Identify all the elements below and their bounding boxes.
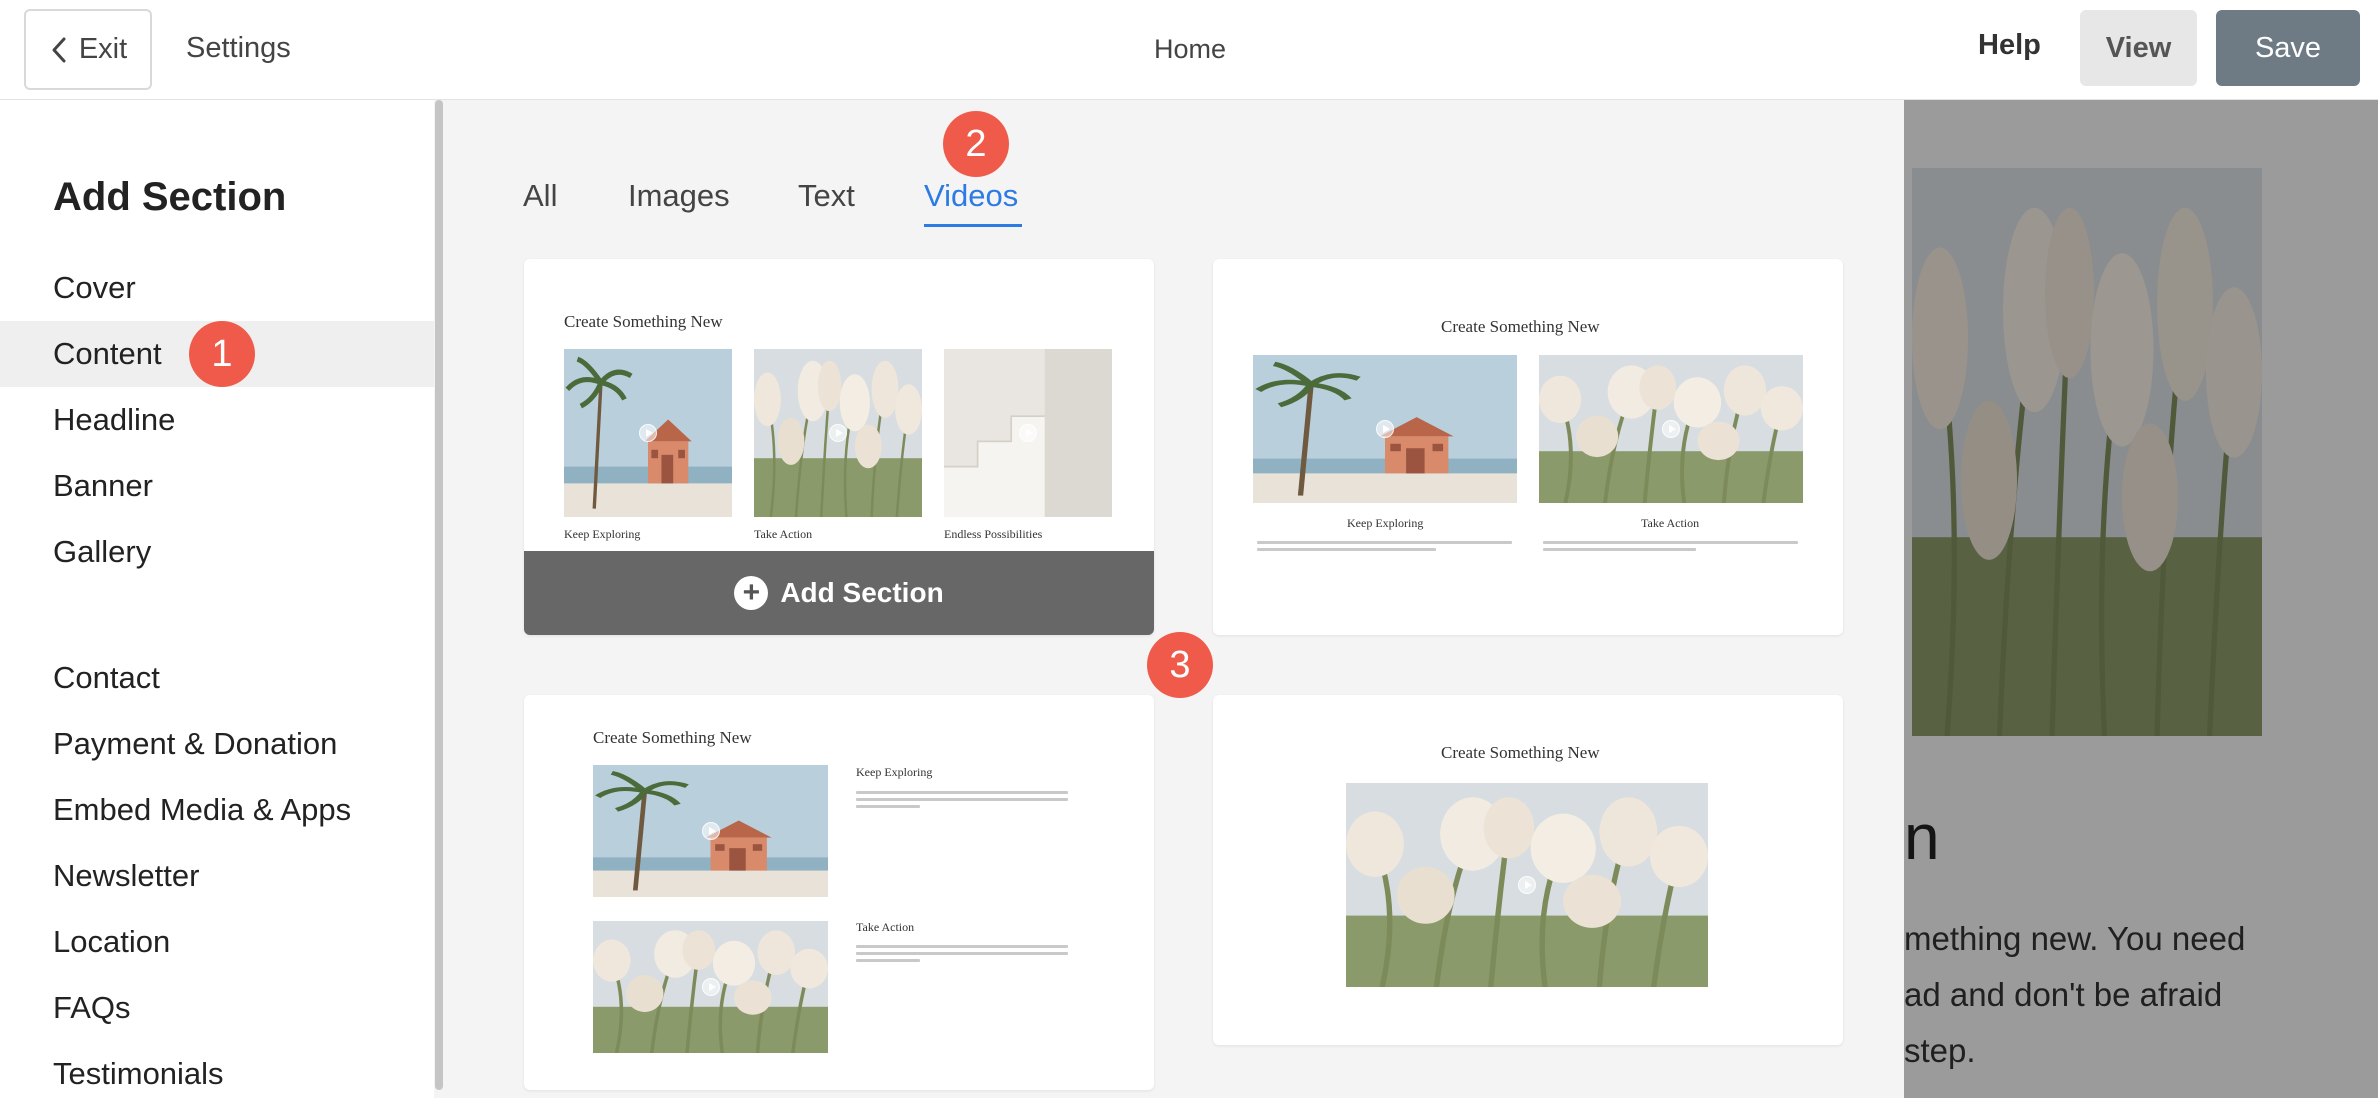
- tab-videos[interactable]: Videos: [924, 178, 1018, 214]
- body-text-placeholder: [856, 945, 1068, 966]
- body-text-placeholder: [1543, 541, 1798, 555]
- sidebar-scrollbar-thumb[interactable]: [435, 100, 443, 1090]
- template-card-three-videos[interactable]: Create Something New Keep Exploring Take…: [524, 259, 1154, 635]
- tab-text[interactable]: Text: [798, 178, 855, 214]
- body-text-placeholder: [856, 791, 1068, 812]
- section-picker-panel: All Images Text Videos Create Something …: [444, 100, 1904, 1098]
- play-icon: [639, 424, 657, 442]
- exit-button[interactable]: Exit: [24, 9, 152, 90]
- caption-keep-exploring: Keep Exploring: [564, 527, 641, 541]
- caption-keep-exploring: Keep Exploring: [1347, 516, 1424, 530]
- step-badge-2: 2: [943, 111, 1009, 177]
- caption-take-action: Take Action: [1641, 516, 1700, 530]
- step-badge-1: 1: [189, 321, 255, 387]
- add-section-sidebar: Add Section Cover Content Headline Banne…: [0, 100, 434, 1098]
- video-thumbnail: [754, 349, 922, 517]
- play-icon: [701, 822, 720, 840]
- sidebar-item-location[interactable]: Location: [0, 909, 434, 975]
- top-bar: Exit Settings Home Help View Save: [0, 0, 2378, 100]
- sidebar-item-headline[interactable]: Headline: [0, 387, 434, 453]
- sidebar-item-embed-media-apps[interactable]: Embed Media & Apps: [0, 777, 434, 843]
- preview-dim-overlay: [1904, 100, 2378, 1098]
- play-icon: [1019, 424, 1037, 442]
- caption-take-action: Take Action: [754, 527, 813, 541]
- video-thumbnail: [593, 765, 828, 897]
- template-card-video-with-text[interactable]: Create Something New Keep Exploring Take…: [524, 695, 1154, 1090]
- sidebar-item-payment-donation[interactable]: Payment & Donation: [0, 711, 434, 777]
- caption-take-action: Take Action: [856, 920, 915, 934]
- active-tab-underline: [924, 224, 1022, 227]
- tab-images[interactable]: Images: [628, 178, 730, 214]
- play-icon: [1376, 420, 1394, 438]
- add-section-overlay-button[interactable]: + Add Section: [524, 551, 1154, 635]
- sidebar-title: Add Section: [53, 175, 287, 219]
- video-thumbnail: [1346, 783, 1708, 987]
- sidebar-item-faqs[interactable]: FAQs: [0, 975, 434, 1041]
- sidebar-item-gallery[interactable]: Gallery: [0, 519, 434, 585]
- plus-icon: +: [734, 576, 769, 610]
- settings-link[interactable]: Settings: [186, 32, 291, 65]
- play-icon: [1662, 420, 1680, 438]
- save-button[interactable]: Save: [2216, 10, 2360, 86]
- chevron-left-icon: [52, 37, 66, 62]
- exit-label: Exit: [78, 33, 128, 65]
- sidebar-item-banner[interactable]: Banner: [0, 453, 434, 519]
- template-card-single-video[interactable]: Create Something New: [1213, 695, 1843, 1045]
- tab-all[interactable]: All: [523, 178, 557, 214]
- view-button[interactable]: View: [2080, 10, 2197, 86]
- caption-endless-possibilities: Endless Possibilities: [944, 527, 1043, 541]
- add-section-label: Add Section: [780, 577, 944, 608]
- play-icon: [701, 978, 720, 996]
- play-icon: [1518, 876, 1536, 894]
- sidebar-item-contact[interactable]: Contact: [0, 645, 434, 711]
- sidebar-item-testimonials[interactable]: Testimonials: [0, 1041, 434, 1098]
- template-title: Create Something New: [1441, 743, 1600, 762]
- sidebar-item-cover[interactable]: Cover: [0, 255, 434, 321]
- page-name[interactable]: Home: [1120, 34, 1260, 65]
- template-title: Create Something New: [1441, 317, 1600, 336]
- video-thumbnail: [1539, 355, 1803, 503]
- step-badge-3: 3: [1147, 632, 1213, 698]
- video-thumbnail: [593, 921, 828, 1053]
- sidebar-item-newsletter[interactable]: Newsletter: [0, 843, 434, 909]
- body-text-placeholder: [1257, 541, 1512, 555]
- caption-keep-exploring: Keep Exploring: [856, 765, 933, 779]
- template-title: Create Something New: [593, 728, 752, 747]
- template-card-two-videos[interactable]: Create Something New Keep Exploring Take…: [1213, 259, 1843, 635]
- play-icon: [829, 424, 847, 442]
- template-title: Create Something New: [564, 312, 723, 331]
- video-thumbnail: [944, 349, 1112, 517]
- help-link[interactable]: Help: [1978, 29, 2041, 62]
- video-thumbnail: [1253, 355, 1517, 503]
- video-thumbnail: [564, 349, 732, 517]
